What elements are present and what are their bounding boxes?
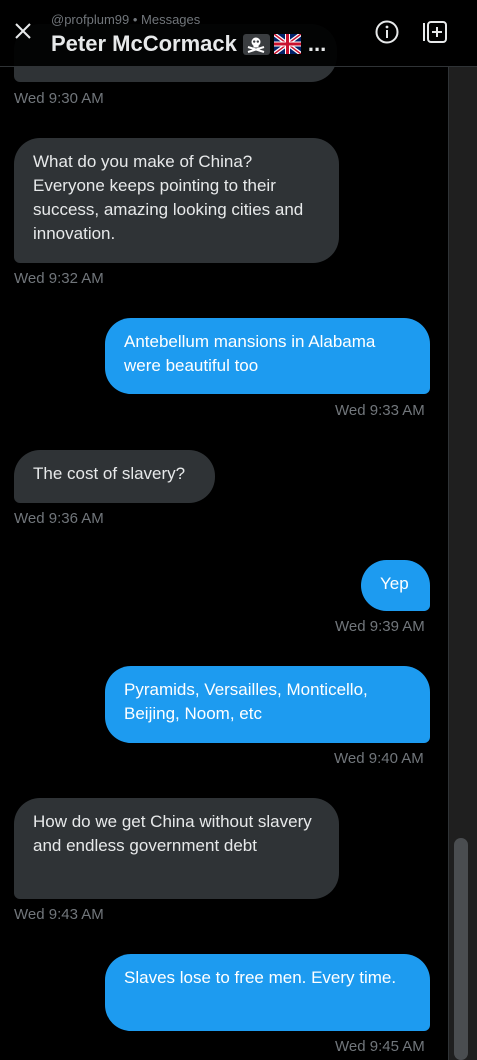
scrollbar-thumb[interactable] — [454, 838, 468, 1060]
message-bubble-outgoing[interactable]: Slaves lose to free men. Every time. — [105, 954, 430, 1031]
message-timestamp: Wed 9:40 AM — [334, 750, 424, 767]
close-button[interactable] — [8, 18, 38, 48]
message-bubble-incoming[interactable]: What do you make of China? Everyone keep… — [14, 138, 339, 263]
message-timestamp: Wed 9:32 AM — [14, 270, 104, 287]
message-timestamp: Wed 9:30 AM — [14, 90, 104, 107]
message-text: Yep — [380, 574, 409, 593]
title-ellipsis: ... — [307, 31, 327, 56]
message-text: What do you make of China? Everyone keep… — [33, 152, 304, 243]
add-to-group-button[interactable] — [421, 20, 449, 48]
message-bubble-incoming[interactable]: The cost of slavery? — [14, 450, 215, 503]
add-to-group-icon — [421, 19, 449, 50]
message-text: How do we get China without slavery and … — [33, 812, 312, 855]
message-text: Pyramids, Versailles, Monticello, Beijin… — [124, 680, 368, 723]
message-timestamp: Wed 9:39 AM — [335, 618, 425, 635]
message-text: The cost of slavery? — [33, 464, 186, 483]
message-bubble-outgoing[interactable]: Yep — [361, 560, 430, 611]
message-bubble-incoming[interactable]: How do we get China without slavery and … — [14, 798, 339, 899]
close-icon — [13, 21, 33, 46]
message-timestamp: Wed 9:43 AM — [14, 906, 104, 923]
dm-conversation-view: Wed 9:30 AM What do you make of China? E… — [0, 0, 477, 1060]
message-timestamp: Wed 9:36 AM — [14, 510, 104, 527]
header-subtitle: @profplum99 • Messages — [51, 12, 201, 27]
conversation-title[interactable]: Peter McCormack ... — [51, 31, 326, 57]
participant-name: Peter McCormack — [51, 31, 237, 56]
info-icon — [374, 19, 400, 50]
message-text: Antebellum mansions in Alabama were beau… — [124, 332, 376, 375]
conversation-header: @profplum99 • Messages Peter McCormack .… — [0, 0, 477, 67]
pirate-flag-icon — [242, 33, 270, 55]
uk-flag-icon — [273, 34, 301, 55]
message-bubble-outgoing[interactable]: Pyramids, Versailles, Monticello, Beijin… — [105, 666, 430, 743]
message-timestamp: Wed 9:45 AM — [335, 1038, 425, 1055]
message-timestamp: Wed 9:33 AM — [335, 402, 425, 419]
conversation-info-button[interactable] — [373, 20, 401, 48]
message-text: Slaves lose to free men. Every time. — [124, 968, 397, 987]
message-bubble-outgoing[interactable]: Antebellum mansions in Alabama were beau… — [105, 318, 430, 394]
